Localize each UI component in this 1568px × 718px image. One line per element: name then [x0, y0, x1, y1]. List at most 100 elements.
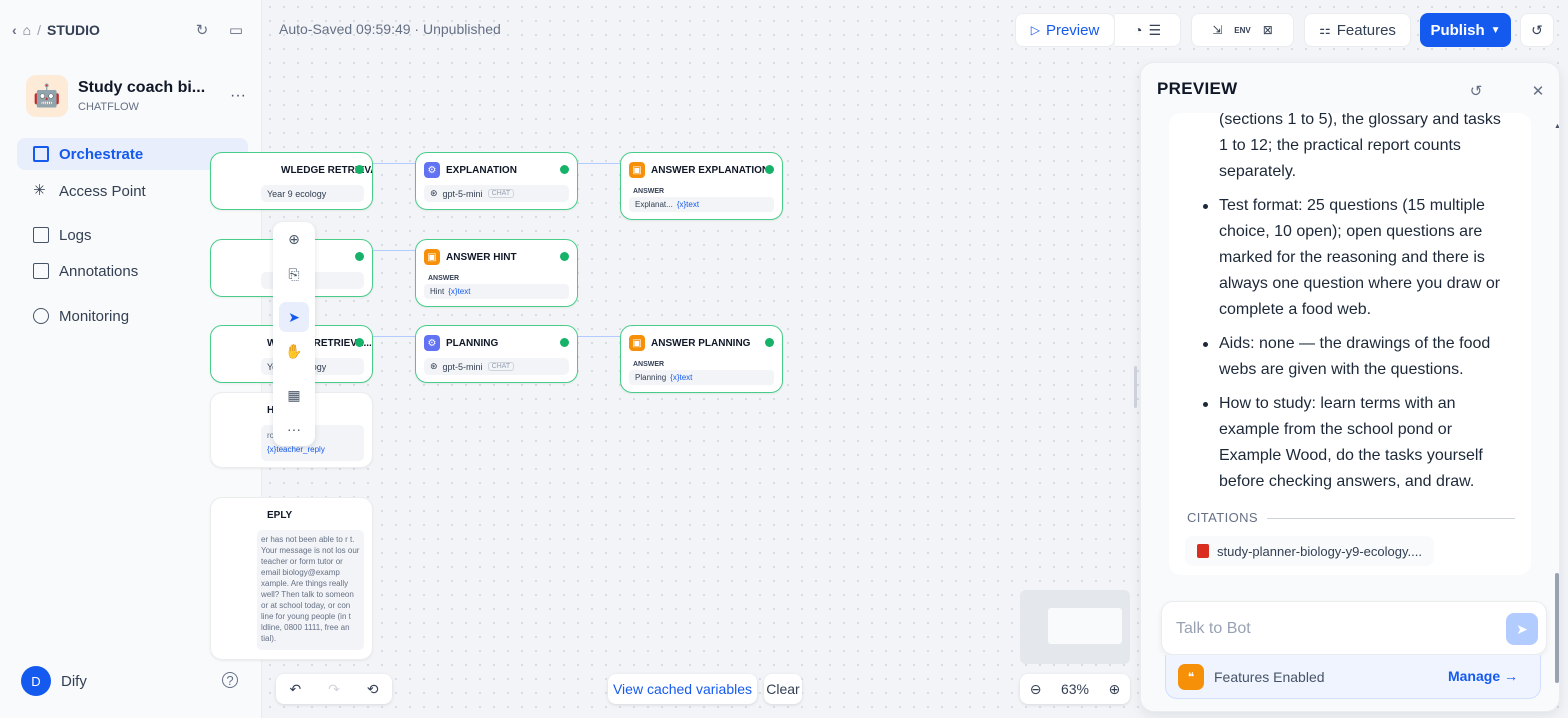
- zoom-out-icon[interactable]: ⊖: [1030, 681, 1042, 698]
- orchestrate-icon: [33, 146, 49, 162]
- success-icon: [765, 165, 774, 174]
- scrollbar[interactable]: ▲: [1554, 123, 1559, 683]
- more-icon[interactable]: ···: [230, 87, 246, 105]
- model-icon: ⊛: [430, 361, 438, 371]
- node-title: PLANNING: [446, 337, 499, 349]
- answer-icon: ▣: [629, 335, 645, 351]
- restart-icon[interactable]: ↺: [1466, 81, 1486, 101]
- node-title: EPLY: [267, 509, 293, 521]
- access-point-icon: ✳: [33, 182, 46, 199]
- version-history-icon[interactable]: ⟲: [367, 681, 379, 698]
- model-tag: CHAT: [487, 189, 515, 198]
- llm-icon: ⚙: [424, 335, 440, 351]
- node-planning[interactable]: ⚙ PLANNING ⊛ gpt-5-mini CHAT: [415, 325, 578, 383]
- back-icon[interactable]: ‹: [12, 22, 17, 38]
- help-icon[interactable]: ?: [222, 672, 238, 688]
- model-tag: CHAT: [487, 362, 515, 371]
- features-bar: ❝ Features Enabled Manage →: [1165, 655, 1541, 699]
- citation-file: study-planner-biology-y9-ecology....: [1217, 543, 1422, 559]
- app-mode: CHATFLOW: [78, 101, 139, 113]
- node-title: ANSWER HINT: [446, 251, 517, 263]
- collapse-sidebar-icon[interactable]: ▭: [226, 20, 246, 40]
- publish-label: Publish: [1430, 21, 1485, 39]
- answer-label: ANSWER: [428, 275, 460, 282]
- answer-label: ANSWER: [633, 188, 665, 195]
- redo-icon[interactable]: ↷: [328, 681, 340, 698]
- zoom-in-icon[interactable]: ⊕: [1109, 681, 1121, 698]
- refresh-icon[interactable]: ↻: [192, 20, 212, 40]
- pointer-icon[interactable]: ➤: [279, 302, 309, 332]
- annotations-icon: [33, 263, 49, 279]
- checklist-icon[interactable]: ◔: [1134, 22, 1142, 38]
- panel-resize-handle[interactable]: [1134, 366, 1137, 408]
- hand-icon[interactable]: ✋: [279, 336, 309, 366]
- undo-icon[interactable]: ↶: [289, 681, 301, 698]
- tools-group: ⇲ ENV ⊠: [1191, 13, 1294, 47]
- success-icon: [560, 165, 569, 174]
- node-answer-explanation[interactable]: ▣ ANSWER EXPLANATION ANSWER Explanat... …: [620, 152, 783, 220]
- add-node-icon[interactable]: ⊕: [279, 224, 309, 254]
- manage-link[interactable]: Manage →: [1448, 668, 1518, 684]
- scrollbar-thumb[interactable]: [1555, 573, 1559, 683]
- zoom-level[interactable]: 63%: [1061, 681, 1089, 697]
- app-card[interactable]: 🤖 Study coach bi... CHATFLOW ···: [26, 74, 246, 118]
- monitoring-icon: [33, 308, 49, 324]
- edge: [373, 336, 416, 337]
- node-title: ANSWER PLANNING: [651, 337, 751, 349]
- pdf-icon: [1197, 544, 1209, 558]
- close-icon[interactable]: ✕: [1528, 81, 1548, 101]
- node-answer-planning[interactable]: ▣ ANSWER PLANNING ANSWER Planning {x}tex…: [620, 325, 783, 393]
- answer-icon: ▣: [629, 162, 645, 178]
- canvas-toolbar: ⊕ ⎘ ➤ ✋ ▦ ···: [273, 222, 315, 446]
- node-answer-hint[interactable]: ▣ ANSWER HINT ANSWER Hint {x}text: [415, 239, 578, 307]
- citation-item[interactable]: study-planner-biology-y9-ecology....: [1185, 536, 1434, 566]
- add-note-icon[interactable]: ⎘: [279, 259, 309, 289]
- chat-input-box: ➤: [1161, 601, 1547, 655]
- clear-label: Clear: [766, 681, 800, 697]
- view-cached-label: View cached variables: [612, 681, 753, 697]
- features-button[interactable]: ⚏ Features: [1304, 13, 1411, 47]
- list-item: Aids: none — the drawings of the food we…: [1203, 331, 1514, 383]
- list-icon[interactable]: ☰: [1148, 22, 1161, 39]
- user-menu[interactable]: D Dify: [21, 666, 87, 696]
- list-item: Test format: 25 questions (15 multiple c…: [1203, 193, 1514, 323]
- home-icon[interactable]: ⌂: [23, 22, 31, 38]
- answer-var: Hint: [430, 287, 445, 296]
- minimap[interactable]: [1020, 590, 1130, 664]
- citations-divider: [1267, 518, 1515, 519]
- preview-button[interactable]: ▷ Preview: [1015, 13, 1115, 47]
- send-icon[interactable]: ➤: [1506, 613, 1538, 645]
- breadcrumb[interactable]: STUDIO: [47, 22, 100, 38]
- node-reply[interactable]: EPLY er has not been able to r t. Your m…: [210, 497, 373, 660]
- import-icon[interactable]: ⇲: [1212, 23, 1222, 37]
- preview-title: PREVIEW: [1157, 79, 1238, 98]
- node-knowledge-retrieval[interactable]: WLEDGE RETRIEVAL Year 9 ecology: [210, 152, 373, 210]
- variable-icon[interactable]: ⊠: [1263, 23, 1273, 37]
- publish-button[interactable]: Publish ▼: [1420, 13, 1511, 47]
- breadcrumb-separator: /: [37, 22, 42, 38]
- node-explanation[interactable]: ⚙ EXPLANATION ⊛ gpt-5-mini CHAT: [415, 152, 578, 210]
- answer-var: Explanat...: [635, 200, 673, 209]
- view-cached-variables-button[interactable]: View cached variables: [608, 674, 757, 704]
- list-item: How to study: learn terms with an exampl…: [1203, 391, 1514, 495]
- env-icon[interactable]: ENV: [1234, 26, 1250, 35]
- success-icon: [560, 252, 569, 261]
- clear-button[interactable]: Clear: [764, 674, 802, 704]
- nav-label: Logs: [59, 226, 92, 244]
- history-button[interactable]: ↺: [1520, 13, 1554, 47]
- more-icon[interactable]: ···: [279, 414, 309, 444]
- preview-panel: PREVIEW ↺ ✕ (sections 1 to 5), the gloss…: [1140, 62, 1560, 712]
- nav-label: Monitoring: [59, 307, 130, 325]
- logs-icon: [33, 227, 49, 243]
- answer-var: Planning: [635, 373, 667, 382]
- chat-input[interactable]: [1176, 616, 1476, 642]
- organize-icon[interactable]: ▦: [279, 380, 309, 410]
- scrollbar-up-icon[interactable]: ▲: [1554, 123, 1559, 130]
- robot-icon: 🤖: [26, 75, 68, 117]
- llm-icon: ⚙: [424, 162, 440, 178]
- features-enabled-icon: ❝: [1178, 663, 1204, 690]
- reply-text: er has not been able to r t. Your messag…: [257, 530, 364, 650]
- preview-label: Preview: [1045, 21, 1100, 39]
- checklist-group: ◔ ☰: [1115, 13, 1181, 47]
- sidebar-topbar: ‹ ⌂ / STUDIO: [12, 18, 249, 42]
